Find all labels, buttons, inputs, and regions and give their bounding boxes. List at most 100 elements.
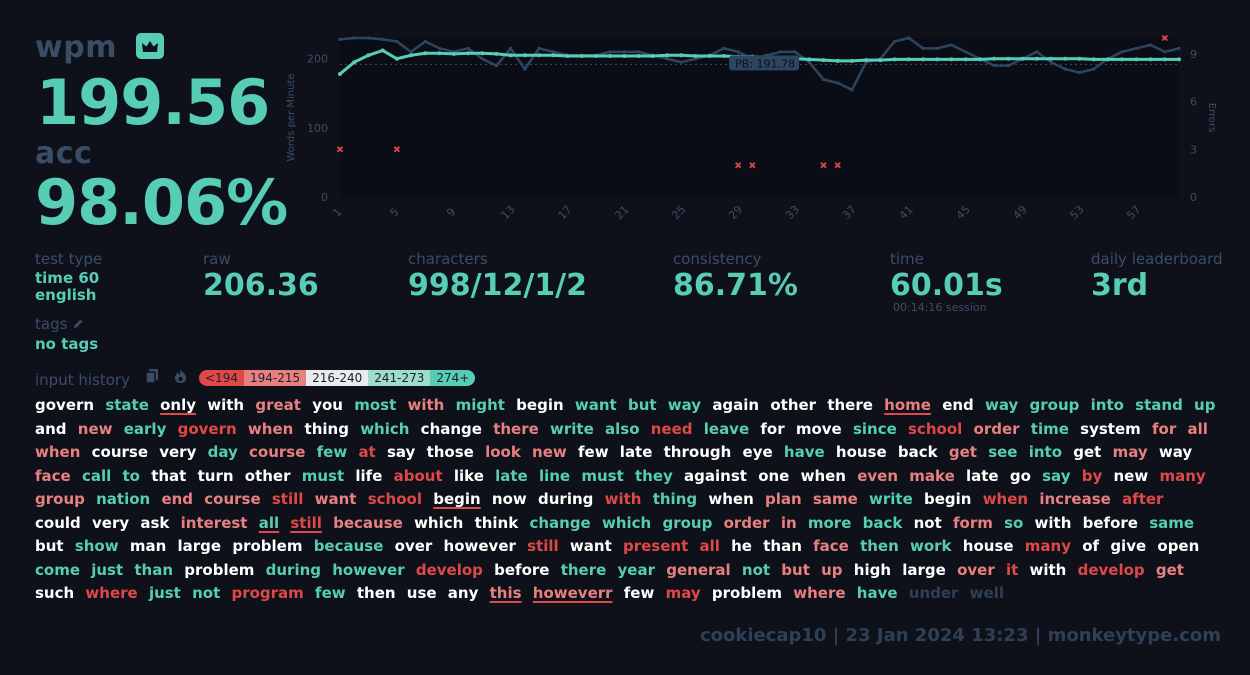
history-word[interactable]: well: [970, 584, 1004, 602]
history-word[interactable]: develop: [416, 561, 483, 579]
history-word[interactable]: course: [249, 443, 305, 461]
history-word[interactable]: way: [985, 396, 1018, 414]
history-word[interactable]: begin: [924, 490, 971, 508]
history-word[interactable]: in: [781, 514, 797, 532]
history-word[interactable]: want: [570, 537, 612, 555]
history-word[interactable]: most: [354, 396, 396, 414]
history-word[interactable]: then: [860, 537, 899, 555]
history-word[interactable]: turn: [198, 467, 234, 485]
history-word[interactable]: with: [1035, 514, 1072, 532]
history-word[interactable]: move: [796, 420, 842, 438]
history-word[interactable]: that: [151, 467, 186, 485]
history-word[interactable]: face: [35, 467, 71, 485]
history-word[interactable]: give: [1110, 537, 1146, 555]
history-word[interactable]: such: [35, 584, 74, 602]
history-word[interactable]: make: [909, 467, 955, 485]
history-word[interactable]: plan: [765, 490, 802, 508]
history-word[interactable]: where: [793, 584, 845, 602]
history-word[interactable]: group: [1030, 396, 1080, 414]
history-word[interactable]: like: [454, 467, 484, 485]
history-word[interactable]: not: [914, 514, 942, 532]
history-word[interactable]: because: [333, 514, 403, 532]
history-word[interactable]: still: [272, 490, 304, 508]
history-word[interactable]: get: [1073, 443, 1101, 461]
history-word[interactable]: before: [1083, 514, 1138, 532]
history-word[interactable]: problem: [712, 584, 782, 602]
history-word[interactable]: high: [854, 561, 891, 579]
history-word[interactable]: also: [605, 420, 640, 438]
history-word[interactable]: face: [813, 537, 849, 555]
history-word[interactable]: call: [82, 467, 111, 485]
history-word[interactable]: develop: [1078, 561, 1145, 579]
history-word[interactable]: want: [575, 396, 617, 414]
history-word[interactable]: late: [966, 467, 999, 485]
history-word[interactable]: get: [949, 443, 977, 461]
flame-icon[interactable]: [173, 368, 188, 388]
history-word[interactable]: again: [712, 396, 759, 414]
history-word[interactable]: since: [853, 420, 897, 438]
history-word[interactable]: during: [266, 561, 321, 579]
history-word[interactable]: say: [1042, 467, 1070, 485]
history-word[interactable]: need: [651, 420, 693, 438]
history-word[interactable]: than: [134, 561, 173, 579]
history-word[interactable]: want: [315, 490, 357, 508]
history-word[interactable]: before: [494, 561, 549, 579]
history-word[interactable]: must: [302, 467, 344, 485]
history-word[interactable]: order: [724, 514, 770, 532]
history-word[interactable]: with: [207, 396, 244, 414]
history-word[interactable]: work: [910, 537, 952, 555]
history-word[interactable]: into: [1091, 396, 1124, 414]
history-word[interactable]: there: [561, 561, 607, 579]
history-word[interactable]: then: [357, 584, 396, 602]
history-word[interactable]: interest: [181, 514, 248, 532]
history-word[interactable]: leave: [704, 420, 749, 438]
history-word[interactable]: those: [427, 443, 474, 461]
history-word[interactable]: this: [490, 584, 522, 602]
history-word[interactable]: may: [666, 584, 701, 602]
history-word[interactable]: end: [942, 396, 974, 414]
history-word[interactable]: more: [808, 514, 852, 532]
history-word[interactable]: thing: [653, 490, 697, 508]
history-word[interactable]: into: [1029, 443, 1062, 461]
history-word[interactable]: over: [395, 537, 433, 555]
history-word[interactable]: come: [35, 561, 80, 579]
history-word[interactable]: group: [35, 490, 85, 508]
history-word[interactable]: when: [248, 420, 293, 438]
history-word[interactable]: new: [78, 420, 113, 438]
history-word[interactable]: program: [231, 584, 303, 602]
history-word[interactable]: very: [92, 514, 129, 532]
history-word[interactable]: govern: [35, 396, 94, 414]
history-word[interactable]: same: [813, 490, 858, 508]
history-word[interactable]: stand: [1135, 396, 1183, 414]
history-word[interactable]: late: [495, 467, 528, 485]
history-word[interactable]: large: [178, 537, 222, 555]
history-word[interactable]: early: [124, 420, 167, 438]
history-word[interactable]: any: [448, 584, 479, 602]
history-word[interactable]: state: [105, 396, 149, 414]
history-word[interactable]: but: [628, 396, 657, 414]
history-word[interactable]: one: [758, 467, 789, 485]
history-word[interactable]: use: [407, 584, 437, 602]
history-word[interactable]: go: [1010, 467, 1031, 485]
history-word[interactable]: man: [130, 537, 166, 555]
history-word[interactable]: after: [1122, 490, 1163, 508]
history-word[interactable]: way: [1159, 443, 1192, 461]
history-word[interactable]: not: [742, 561, 770, 579]
history-word[interactable]: say: [387, 443, 415, 461]
history-word[interactable]: few: [624, 584, 655, 602]
history-word[interactable]: increase: [1039, 490, 1111, 508]
crown-icon[interactable]: [135, 32, 164, 59]
history-word[interactable]: school: [908, 420, 962, 438]
history-word[interactable]: late: [620, 443, 653, 461]
copy-icon[interactable]: [145, 368, 160, 388]
history-word[interactable]: might: [456, 396, 505, 414]
history-word[interactable]: ask: [140, 514, 169, 532]
history-word[interactable]: all: [259, 514, 279, 532]
history-word[interactable]: however: [332, 561, 404, 579]
pencil-icon[interactable]: [72, 316, 85, 334]
history-word[interactable]: have: [784, 443, 825, 461]
history-word[interactable]: up: [1194, 396, 1215, 414]
history-word[interactable]: during: [538, 490, 593, 508]
history-word[interactable]: up: [821, 561, 842, 579]
history-word[interactable]: begin: [516, 396, 563, 414]
